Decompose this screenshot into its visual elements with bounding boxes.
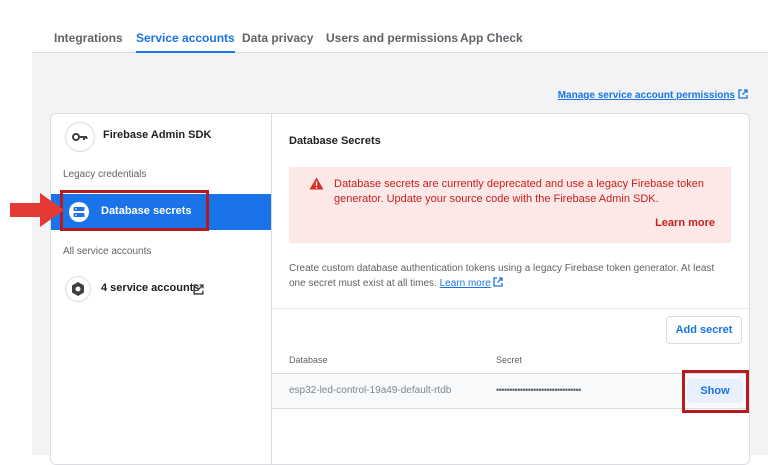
- alert-message: Database secrets are currently deprecate…: [334, 178, 704, 205]
- panel-title: Database Secrets: [289, 135, 381, 147]
- secrets-description: Create custom database authentication to…: [289, 261, 729, 292]
- sidebar-item-label: Firebase Admin SDK: [103, 129, 212, 141]
- legacy-credentials-heading: Legacy credentials: [63, 169, 147, 180]
- sidebar-item-label: 4 service accounts: [101, 282, 200, 294]
- open-external-icon: [193, 282, 204, 300]
- tab-users-and-permissions[interactable]: Users and permissions: [326, 26, 458, 52]
- column-header-secret: Secret: [496, 355, 523, 365]
- table-row: esp32-led-control-19a49-default-rtdb •••…: [272, 374, 749, 408]
- database-name-cell: esp32-led-control-19a49-default-rtdb: [289, 385, 452, 396]
- all-service-accounts-heading: All service accounts: [63, 246, 152, 257]
- manage-permissions-label: Manage service account permissions: [557, 90, 735, 101]
- database-secrets-panel: Database Secrets Database secrets are cu…: [272, 114, 749, 464]
- credentials-sidebar: Firebase Admin SDK Legacy credentials Da…: [51, 114, 272, 464]
- annotation-highlight-box: [682, 370, 749, 413]
- annotation-arrow-icon: [10, 193, 64, 232]
- masked-secret-cell: ••••••••••••••••••••••••••••••••: [496, 385, 581, 395]
- annotation-highlight-box: [60, 190, 209, 231]
- column-header-database: Database: [289, 355, 328, 365]
- key-icon: [65, 122, 95, 152]
- tab-app-check[interactable]: App Check: [460, 26, 523, 52]
- sidebar-item-service-accounts[interactable]: 4 service accounts: [51, 274, 271, 304]
- sidebar-item-admin-sdk[interactable]: Firebase Admin SDK: [51, 120, 271, 156]
- open-external-icon: [493, 277, 503, 292]
- settings-card: Firebase Admin SDK Legacy credentials Da…: [50, 113, 750, 465]
- open-external-icon: [738, 89, 748, 102]
- tab-data-privacy[interactable]: Data privacy: [242, 26, 313, 52]
- alert-learn-more-link[interactable]: Learn more: [655, 217, 715, 229]
- description-learn-more-link[interactable]: Learn more: [440, 278, 491, 289]
- top-strip: [0, 0, 768, 26]
- add-secret-button[interactable]: Add secret: [666, 316, 742, 344]
- section-divider: [272, 308, 749, 309]
- tab-integrations[interactable]: Integrations: [54, 26, 123, 52]
- warning-icon: [309, 177, 324, 195]
- table-row-divider: [272, 408, 749, 409]
- service-account-icon: [65, 276, 91, 302]
- deprecation-alert: Database secrets are currently deprecate…: [289, 167, 731, 243]
- manage-permissions-link[interactable]: Manage service account permissions: [558, 89, 748, 102]
- tab-bar: Integrations Service accounts Data priva…: [32, 26, 768, 53]
- tab-service-accounts[interactable]: Service accounts: [136, 26, 235, 53]
